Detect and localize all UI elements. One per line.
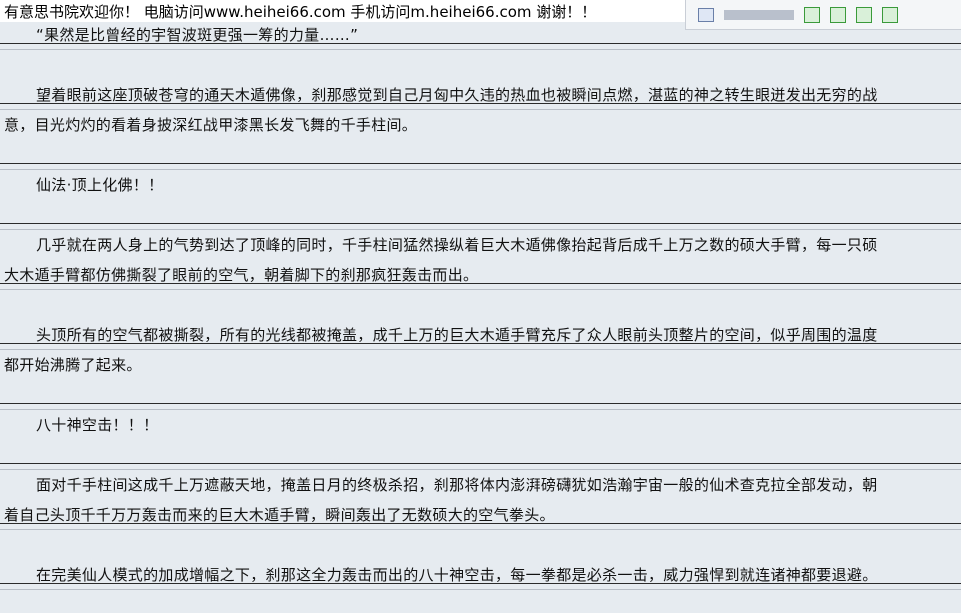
paragraph-line: 头顶所有的空气都被撕裂，所有的光线都被掩盖，成千上万的巨大木遁手臂充斥了众人眼前… [36,326,878,344]
paragraph-line: 在完美仙人模式的加成增幅之下，刹那这全力轰击而出的八十神空击，每一拳都是必杀一击… [36,566,878,584]
paragraph-line: 意，目光灼灼的看着身披深红战甲漆黑长发飞舞的千手柱间。 [4,116,418,134]
green-square-icon[interactable] [882,6,898,23]
green-square-icon[interactable] [856,6,872,23]
paragraph-line: 望着眼前这座顶破苍穹的通天木遁佛像，刹那感觉到自己月匈中久违的热血也被瞬间点燃，… [36,86,878,104]
paragraph-line: 几乎就在两人身上的气势到达了顶峰的同时，千手柱间猛然操纵着巨大木遁佛像抬起背后成… [36,236,878,254]
paragraph-line: 大木遁手臂都仿佛撕裂了眼前的空气，朝着脚下的刹那疯狂轰击而出。 [4,266,479,284]
paragraph-line: “果然是比曾经的宇智波斑更强一筹的力量……” [36,26,359,44]
toolbar-placeholder [724,9,794,20]
paragraph-line: 都开始沸腾了起来。 [4,356,142,374]
paragraph-line: 八十神空击！！！ [36,416,159,434]
reading-page: “果然是比曾经的宇智波斑更强一筹的力量……” 望着眼前这座顶破苍穹的通天木遁佛像… [0,0,961,613]
paragraph-line: 着自己头顶千千万万轰击而来的巨大木遁手臂，瞬间轰出了无数硕大的空气拳头。 [4,506,555,524]
paragraph-line: 仙法·顶上化佛！！ [36,176,164,194]
green-square-icon[interactable] [830,6,846,23]
paragraph-line: 面对千手柱间这成千上万遮蔽天地，掩盖日月的终极杀招，刹那将体内澎湃磅礴犹如浩瀚宇… [36,476,878,494]
reader-toolbar [685,0,961,30]
green-square-icon[interactable] [804,6,820,23]
document-icon[interactable] [698,7,714,22]
banner-text: 有意思书院欢迎你！ 电脑访问www.heihei66.com 手机访问m.hei… [4,2,597,21]
